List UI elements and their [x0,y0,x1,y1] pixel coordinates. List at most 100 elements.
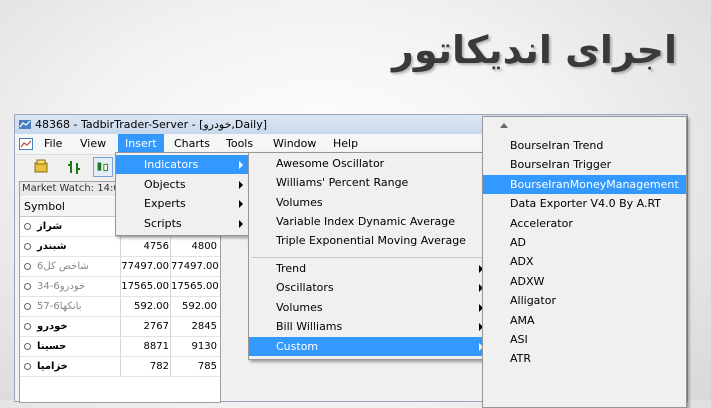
symbol-cell: خودرو6-34 [24,277,118,296]
menu-item-label: ASI [510,333,528,346]
menu-item-label: Triple Exponential Moving Average [276,234,466,248]
menu-item-label: Objects [144,177,186,191]
menu-item-label: Volumes [276,195,323,209]
custom-indicator-ama[interactable]: AMA [483,311,686,330]
symbol-cell: خودرو [24,317,118,336]
custom-indicator-atr[interactable]: ATR [483,349,686,368]
menu-item-label: Experts [144,197,186,210]
menu-item-label: ADX [510,255,534,269]
ask-cell: 77497.00 [170,257,219,276]
menu-insert[interactable]: Insert [118,134,164,154]
symbol-label: شبندر [37,241,67,252]
submenu-arrow-icon [239,219,243,228]
market-watch-row[interactable]: بانکها6-57 592.00 592.00 [20,297,220,317]
symbol-status-icon [24,362,31,370]
symbol-cell: حسینا [24,337,118,356]
symbol-label: شراز [37,221,63,232]
bid-cell: 77497.00 [120,257,169,276]
custom-indicator-ad[interactable]: AD [483,233,686,252]
market-watch-row[interactable]: شاخص کل6 77497.00 77497.00 [20,257,220,277]
symbol-cell: بانکها6-57 [24,297,118,316]
insert-item-scripts[interactable]: Scripts [116,214,249,233]
menu-window[interactable]: Window [266,134,323,154]
menu-item-label: Volumes [276,300,323,314]
indicator-item-williams-percent-range[interactable]: Williams' Percent Range [249,173,489,192]
symbol-status-icon [24,342,31,350]
market-watch-row[interactable]: حسینا 8871 9130 [20,337,220,357]
menu-item-label: Alligator [510,294,556,308]
indicator-item-triple-exponential-moving-average[interactable]: Triple Exponential Moving Average [249,231,489,250]
insert-item-experts[interactable]: Experts [116,194,249,213]
menu-item-label: Accelerator [510,216,573,230]
window-title: 48368 - TadbirTrader-Server - [خودرو,Dai… [35,118,268,131]
bar-chart-icon[interactable] [65,157,85,177]
menu-item-label: Variable Index Dynamic Average [276,214,455,228]
menu-item-label: ATR [510,352,532,366]
ask-cell: 785 [170,357,217,376]
menu-charts[interactable]: Charts [167,134,217,154]
scroll-up-icon[interactable] [500,122,508,128]
insert-item-objects[interactable]: Objects [116,175,249,194]
indicator-submenu-oscillators[interactable]: Oscillators [249,278,489,297]
market-watch-row[interactable]: خودرو6-34 17565.00 17565.00 [20,277,220,297]
market-watch-row[interactable]: شبندر 4756 4800 [20,237,220,257]
custom-indicator-bourseiran-trigger[interactable]: BourseIran Trigger [483,155,686,174]
symbol-label: خودرو6-34 [37,281,86,292]
insert-item-indicators[interactable]: Indicators [116,155,249,174]
ask-cell: 17565.00 [170,277,219,296]
candlestick-icon[interactable] [93,157,113,177]
indicator-submenu-bill-williams[interactable]: Bill Williams [249,317,489,336]
menu-help[interactable]: Help [326,134,365,154]
menu-tools[interactable]: Tools [219,134,260,154]
custom-indicator-accelerator[interactable]: Accelerator [483,214,686,233]
custom-indicator-data-exporter-v4-0-by-a-rt[interactable]: Data Exporter V4.0 By A.RT [483,194,686,213]
chart-window-icon[interactable] [19,137,33,151]
submenu-arrow-icon [239,200,243,208]
banner-title: اجرای اندیکاتور [392,28,677,72]
menu-item-label: BourseIran Trend [510,139,604,152]
market-watch-row[interactable]: خودرو 2767 2845 [20,317,220,337]
indicator-item-variable-index-dynamic-average[interactable]: Variable Index Dynamic Average [249,212,489,231]
custom-indicator-bourseiran-trend[interactable]: BourseIran Trend [483,136,686,155]
new-order-icon[interactable] [31,157,51,177]
bid-cell: 17565.00 [120,277,169,296]
menu-item-label: Custom [276,339,319,353]
menu-item-label: Data Exporter V4.0 By A.RT [510,197,662,211]
menu-item-label: Awesome Oscillator [276,157,385,170]
bid-cell: 2767 [120,317,169,336]
custom-indicator-asi[interactable]: ASI [483,330,686,349]
submenu-arrow-icon [239,161,243,169]
symbol-label: حسینا [37,341,67,352]
insert-menu: Indicators Objects Experts Scripts [115,152,250,236]
indicator-submenu-custom[interactable]: Custom [249,336,489,356]
symbol-column-header[interactable]: Symbol [24,197,65,216]
indicator-item-awesome-oscillator[interactable]: Awesome Oscillator [249,154,489,173]
menu-item-label: BourseIran Trigger [510,158,612,172]
custom-indicator-alligator[interactable]: Alligator [483,291,686,310]
custom-indicator-adxw[interactable]: ADXW [483,272,686,291]
symbol-cell: شاخص کل6 [24,257,118,276]
menu-item-label: AD [510,236,526,249]
menu-view[interactable]: View [73,134,113,154]
symbol-status-icon [24,282,31,290]
menu-item-label: BourseIranMoneyManagement [510,177,679,191]
menu-item-label: Indicators [144,158,199,171]
market-watch-row[interactable]: خزامیا 782 785 [20,357,220,377]
ask-cell: 4800 [170,237,217,256]
menu-item-label: Williams' Percent Range [276,176,409,190]
custom-indicator-bourseiranmoneymanagement[interactable]: BourseIranMoneyManagement [483,174,686,194]
menu-item-label: Bill Williams [276,320,343,334]
symbol-label: خودرو [37,321,68,332]
indicator-submenu-trend[interactable]: Trend [249,259,489,278]
app-icon [19,120,31,129]
indicator-item-volumes[interactable]: Volumes [249,193,489,212]
bid-cell: 592.00 [120,297,169,316]
menu-separator [251,257,487,258]
custom-indicator-adx[interactable]: ADX [483,252,686,271]
ask-cell: 2845 [170,317,217,336]
menu-file[interactable]: File [37,134,69,154]
symbol-status-icon [24,242,31,250]
bid-cell: 782 [120,357,169,376]
bid-cell: 8871 [120,337,169,356]
indicator-submenu-volumes[interactable]: Volumes [249,298,489,317]
